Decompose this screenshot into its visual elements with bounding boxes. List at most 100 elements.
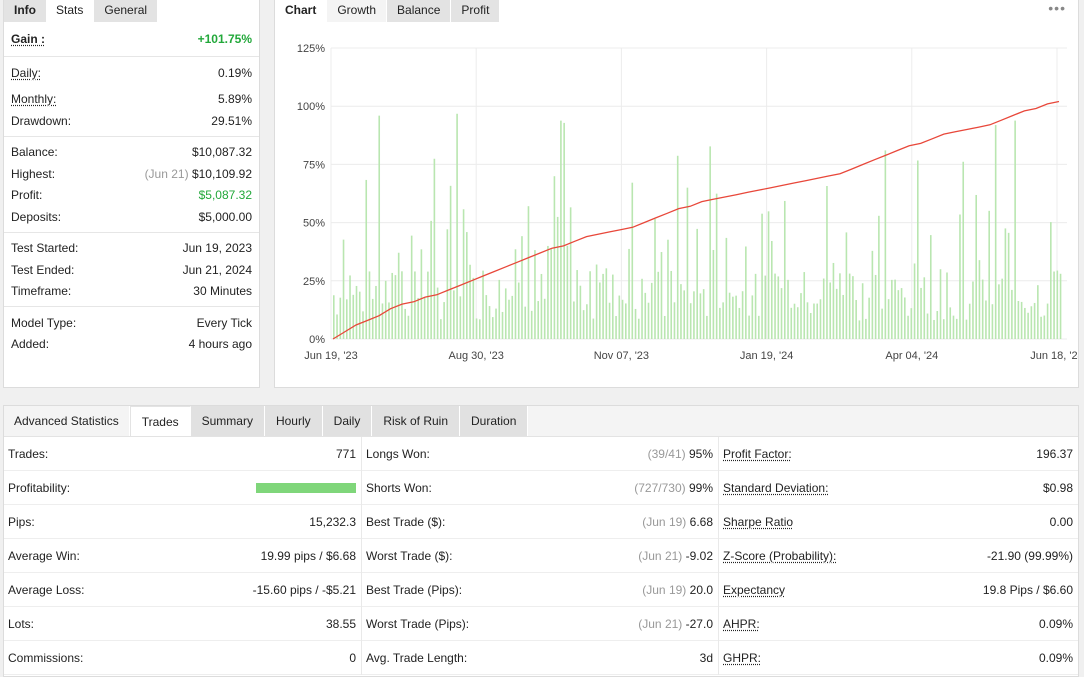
profit-bar-mark [914, 263, 916, 339]
wins-column: Longs Won: (39/41) 95% Shorts Won: (727/73… [362, 437, 719, 675]
tab-general[interactable]: General [93, 0, 157, 22]
x-tick-label: Jun 18, '24 [1030, 350, 1078, 362]
profit-bar-mark [719, 308, 721, 339]
profit-bar-mark [625, 303, 627, 339]
profit-bar-mark [521, 236, 523, 339]
profit-bar-mark [917, 161, 919, 339]
added-label: Added: [11, 337, 49, 351]
best-trade-pips-value: 20.0 [690, 583, 713, 597]
tab-stats[interactable]: Stats [46, 0, 93, 22]
profit-bar-mark [343, 240, 345, 339]
test-ended-value: Jun 21, 2024 [183, 263, 252, 277]
tab-info[interactable]: Info [4, 0, 46, 22]
profit-bar-mark [482, 271, 484, 339]
profit-bar-mark [557, 217, 559, 339]
x-tick-label: Jan 19, '24 [740, 350, 793, 362]
profit-bar-mark [518, 283, 520, 339]
profit-bar-mark [800, 293, 802, 339]
profit-bar-mark [703, 289, 705, 339]
profit-bar-mark [862, 283, 864, 339]
tab-daily[interactable]: Daily [323, 406, 373, 436]
ghpr-label[interactable]: GHPR: [723, 651, 761, 665]
profit-bar-mark [768, 211, 770, 339]
stat-row: Trades: 771 [4, 437, 361, 471]
daily-label[interactable]: Daily: [11, 66, 41, 80]
pips-label: Pips: [8, 515, 35, 529]
z-score-label[interactable]: Z-Score (Probability): [723, 549, 836, 563]
ahpr-label[interactable]: AHPR: [723, 617, 760, 631]
highest-date: (Jun 21) [145, 167, 189, 181]
profit-bar-mark [615, 316, 617, 339]
profit-bar-mark [1024, 308, 1026, 339]
tab-chart[interactable]: Chart [275, 0, 326, 22]
stat-row: Worst Trade ($): (Jun 21) -9.02 [362, 539, 718, 573]
profit-bar-mark [907, 316, 909, 339]
profit-bar-mark [531, 311, 533, 339]
profit-bar-mark [664, 316, 666, 339]
y-tick-label: 0% [309, 334, 325, 346]
profit-bar-mark [842, 295, 844, 339]
growth-chart: 0%25%50%75%100%125%Jun 19, '23 Aug 30, '2… [275, 22, 1078, 388]
sharpe-ratio-label[interactable]: Sharpe Ratio [723, 515, 793, 529]
profit-bar-mark [385, 281, 387, 339]
info-panel: Info Stats General Gain : +101.75% Daily… [3, 0, 260, 388]
expectancy-label[interactable]: Expectancy [723, 583, 785, 597]
best-trade-pips-label: Best Trade (Pips): [366, 583, 462, 597]
profit-bar-mark [356, 286, 358, 339]
profit-factor-label[interactable]: Profit Factor: [723, 447, 792, 461]
tab-profit[interactable]: Profit [450, 0, 499, 22]
monthly-label[interactable]: Monthly: [11, 92, 56, 106]
profit-bar-mark [492, 317, 494, 339]
stat-row: Average Loss: -15.60 pips / -$5.21 [4, 573, 361, 607]
tab-summary[interactable]: Summary [191, 406, 265, 436]
balance-row: Balance: $10,087.32 [11, 142, 252, 164]
profit-bar-mark [450, 186, 452, 339]
profit-bar-mark [943, 319, 945, 339]
profit-bar-mark [382, 303, 384, 339]
profit-bar-mark [888, 299, 890, 339]
avg-trade-length-value: 3d [700, 651, 713, 665]
profit-bar-mark [401, 271, 403, 339]
profit-bar-mark [339, 298, 341, 339]
tab-hourly[interactable]: Hourly [265, 406, 323, 436]
sharpe-ratio-value: 0.00 [1050, 515, 1073, 529]
gain-label[interactable]: Gain : [11, 32, 45, 46]
trades-label: Trades: [8, 447, 48, 461]
ratios-column: Profit Factor: 196.37 Standard Deviation:… [719, 437, 1078, 675]
tab-trades[interactable]: Trades [130, 406, 191, 436]
profit-bar-mark [729, 293, 731, 339]
profit-bar-mark [846, 232, 848, 339]
stat-row: Z-Score (Probability): -21.90 (99.99%) [719, 539, 1078, 573]
chart-panel: Chart Growth Balance Profit ••• 0% 25% 50%… [274, 0, 1079, 388]
longs-won-note: (39/41) [648, 447, 686, 461]
y-tick-label: 25% [303, 276, 325, 288]
profit-bar-mark [473, 278, 475, 339]
profit-bar-mark [580, 286, 582, 339]
profit-bar-mark [810, 313, 812, 339]
profit-bar-mark [1011, 290, 1013, 339]
growth-line [333, 102, 1059, 340]
tab-duration[interactable]: Duration [460, 406, 528, 436]
deposits-row: Deposits: $5,000.00 [11, 206, 252, 228]
highest-label: Highest: [11, 167, 55, 181]
profit-bar-mark [868, 298, 870, 339]
profit-bar-mark [388, 302, 390, 339]
tab-balance[interactable]: Balance [386, 0, 450, 22]
profit-bar-mark [823, 279, 825, 339]
tab-growth[interactable]: Growth [326, 0, 386, 22]
profit-bar-mark [411, 236, 413, 339]
gain-row: Gain : +101.75% [11, 22, 252, 56]
profit-bar-mark [369, 271, 371, 339]
standard-deviation-label[interactable]: Standard Deviation: [723, 481, 828, 495]
profit-bar-mark [602, 274, 604, 339]
profit-bar-mark [771, 241, 773, 339]
stat-row: Standard Deviation: $0.98 [719, 471, 1078, 505]
profit-bar-mark [781, 288, 783, 339]
stat-row: Expectancy 19.8 Pips / $6.60 [719, 573, 1078, 607]
tab-risk-of-ruin[interactable]: Risk of Ruin [372, 406, 460, 436]
profit-bar-mark [427, 272, 429, 339]
profit-bar-mark [466, 232, 468, 339]
z-score-value: -21.90 (99.99%) [987, 549, 1073, 563]
more-icon[interactable]: ••• [1048, 0, 1066, 16]
profit-bar-mark [765, 276, 767, 339]
